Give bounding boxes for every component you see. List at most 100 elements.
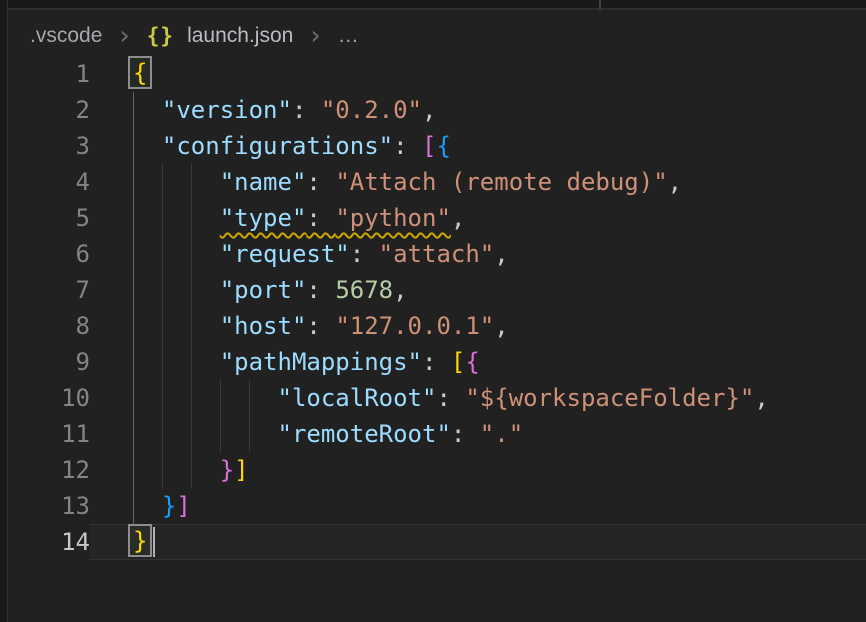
- code-token: :: [451, 420, 480, 448]
- breadcrumb-folder[interactable]: .vscode: [30, 24, 102, 48]
- indent-guide: [133, 164, 134, 200]
- line-number[interactable]: 14: [8, 524, 90, 560]
- code-token: "pathMappings": [220, 348, 422, 376]
- code-token: "0.2.0": [321, 96, 422, 124]
- code-line-1[interactable]: 1{: [8, 56, 866, 92]
- code-line-13[interactable]: 13 }]: [8, 488, 866, 524]
- code-line-11[interactable]: 11 "remoteRoot": ".": [8, 416, 866, 452]
- code-line-2[interactable]: 2 "version": "0.2.0",: [8, 92, 866, 128]
- indent-spaces: [133, 96, 162, 124]
- text-cursor: [153, 527, 155, 557]
- code-line-content[interactable]: "port": 5678,: [90, 272, 866, 308]
- code-token: ,: [451, 204, 465, 232]
- indent-guide: [162, 416, 163, 452]
- code-token: "Attach (remote debug)": [335, 168, 667, 196]
- line-number[interactable]: 11: [8, 416, 90, 452]
- code-line-content[interactable]: "configurations": [{: [90, 128, 866, 164]
- indent-guide: [162, 380, 163, 416]
- code-line-content[interactable]: {: [90, 56, 866, 92]
- code-line-content[interactable]: "version": "0.2.0",: [90, 92, 866, 128]
- breadcrumb-file[interactable]: {} launch.json: [147, 24, 294, 48]
- code-token: "name": [220, 168, 307, 196]
- line-number[interactable]: 6: [8, 236, 90, 272]
- indent-spaces: [133, 348, 220, 376]
- code-line-7[interactable]: 7 "port": 5678,: [8, 272, 866, 308]
- indent-guide: [133, 344, 134, 380]
- line-number[interactable]: 2: [8, 92, 90, 128]
- indent-guide: [162, 200, 163, 236]
- line-number[interactable]: 9: [8, 344, 90, 380]
- indent-guide: [133, 416, 134, 452]
- line-number[interactable]: 1: [8, 56, 90, 92]
- code-token: ,: [393, 276, 407, 304]
- indent-guide: [133, 92, 134, 128]
- code-token: :: [436, 384, 465, 412]
- code-line-content[interactable]: }]: [90, 452, 866, 488]
- indent-guide: [191, 308, 192, 344]
- code-line-content[interactable]: "host": "127.0.0.1",: [90, 308, 866, 344]
- indent-guide: [162, 272, 163, 308]
- code-line-content[interactable]: "remoteRoot": ".": [90, 416, 866, 452]
- indent-guide: [133, 200, 134, 236]
- code-line-content[interactable]: }: [90, 524, 866, 560]
- code-editor[interactable]: 1{2 "version": "0.2.0",3 "configurations…: [8, 56, 866, 560]
- vscode-editor-window: .vscode › {} launch.json › … 1{2 "versio…: [0, 0, 866, 622]
- code-token: ,: [494, 312, 508, 340]
- code-token: "port": [220, 276, 307, 304]
- indent-guide: [220, 416, 221, 452]
- line-number[interactable]: 5: [8, 200, 90, 236]
- line-number[interactable]: 8: [8, 308, 90, 344]
- line-number[interactable]: 3: [8, 128, 90, 164]
- code-line-6[interactable]: 6 "request": "attach",: [8, 236, 866, 272]
- indent-guide: [133, 380, 134, 416]
- code-token: :: [306, 168, 335, 196]
- code-token: :: [393, 132, 422, 160]
- indent-guide: [191, 380, 192, 416]
- indent-guide: [133, 452, 134, 488]
- line-number[interactable]: 10: [8, 380, 90, 416]
- indent-guide: [220, 380, 221, 416]
- json-file-icon: {}: [147, 24, 174, 48]
- line-number[interactable]: 7: [8, 272, 90, 308]
- line-number[interactable]: 12: [8, 452, 90, 488]
- code-line-14[interactable]: 14}: [8, 524, 866, 560]
- code-line-4[interactable]: 4 "name": "Attach (remote debug)",: [8, 164, 866, 200]
- code-line-content[interactable]: "type": "python",: [90, 200, 866, 236]
- code-token: "attach": [379, 240, 495, 268]
- code-token: :: [306, 312, 335, 340]
- code-line-content[interactable]: }]: [90, 488, 866, 524]
- code-token: 5678: [335, 276, 393, 304]
- code-line-3[interactable]: 3 "configurations": [{: [8, 128, 866, 164]
- chevron-right-icon: ›: [119, 26, 129, 46]
- indent-guide: [133, 308, 134, 344]
- code-token: "python": [335, 204, 451, 232]
- code-token: ,: [754, 384, 768, 412]
- code-line-5[interactable]: 5 "type": "python",: [8, 200, 866, 236]
- indent-guide: [191, 236, 192, 272]
- code-token: "configurations": [162, 132, 393, 160]
- tab-divider: [599, 0, 601, 10]
- code-line-10[interactable]: 10 "localRoot": "${workspaceFolder}",: [8, 380, 866, 416]
- indent-guide: [162, 452, 163, 488]
- code-token: {: [436, 132, 450, 160]
- code-line-8[interactable]: 8 "host": "127.0.0.1",: [8, 308, 866, 344]
- indent-guide: [162, 308, 163, 344]
- indent-spaces: [133, 276, 220, 304]
- chevron-right-icon: ›: [310, 26, 320, 46]
- bracket-match: {: [128, 56, 152, 89]
- code-line-content[interactable]: "request": "attach",: [90, 236, 866, 272]
- indent-guide: [191, 452, 192, 488]
- line-number[interactable]: 13: [8, 488, 90, 524]
- indent-guide: [133, 488, 134, 524]
- code-line-12[interactable]: 12 }]: [8, 452, 866, 488]
- code-line-content[interactable]: "pathMappings": [{: [90, 344, 866, 380]
- breadcrumb-symbol-ellipsis[interactable]: …: [338, 24, 359, 48]
- indent-guide: [133, 272, 134, 308]
- code-line-content[interactable]: "localRoot": "${workspaceFolder}",: [90, 380, 866, 416]
- indent-spaces: [133, 420, 278, 448]
- code-line-9[interactable]: 9 "pathMappings": [{: [8, 344, 866, 380]
- code-line-content[interactable]: "name": "Attach (remote debug)",: [90, 164, 866, 200]
- warning-squiggle: "type": "python": [220, 204, 451, 232]
- line-number[interactable]: 4: [8, 164, 90, 200]
- code-token: }: [162, 492, 176, 520]
